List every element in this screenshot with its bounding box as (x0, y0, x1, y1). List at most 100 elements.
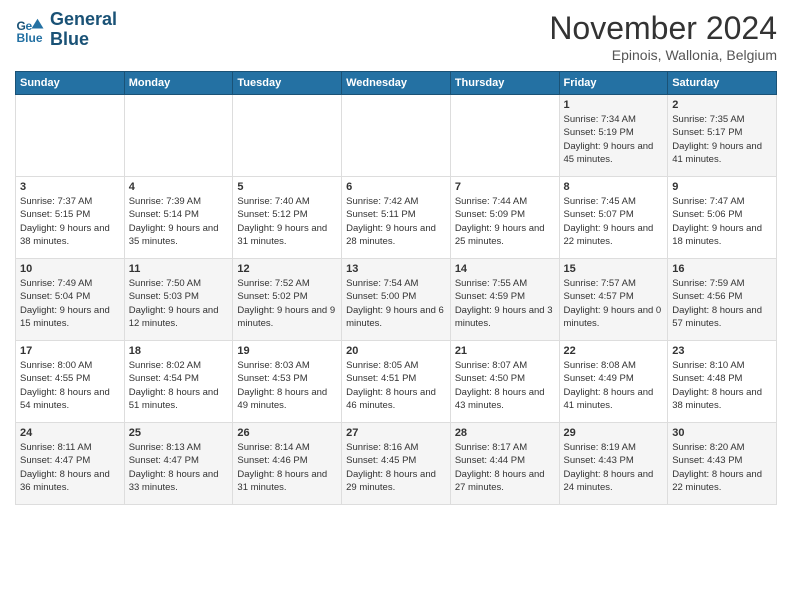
svg-text:Blue: Blue (17, 31, 43, 45)
day-info: Sunrise: 8:03 AM Sunset: 4:53 PM Dayligh… (237, 359, 337, 412)
day-cell (450, 95, 559, 177)
day-number: 19 (237, 345, 337, 357)
day-cell: 3 Sunrise: 7:37 AM Sunset: 5:15 PM Daylig… (16, 177, 125, 259)
day-info: Sunrise: 7:52 AM Sunset: 5:02 PM Dayligh… (237, 277, 337, 330)
week-row-2: 3 Sunrise: 7:37 AM Sunset: 5:15 PM Daylig… (16, 177, 777, 259)
day-cell: 22Sunrise: 8:08 AM Sunset: 4:49 PM Dayli… (559, 341, 668, 423)
day-info: Sunrise: 7:40 AM Sunset: 5:12 PM Dayligh… (237, 195, 337, 248)
day-number: 21 (455, 345, 555, 357)
header: G e Blue General Blue November 2024 Epin… (15, 10, 777, 63)
day-cell: 5Sunrise: 7:40 AM Sunset: 5:12 PM Daylig… (233, 177, 342, 259)
day-number: 20 (346, 345, 446, 357)
month-title: November 2024 (549, 10, 777, 47)
day-cell (342, 95, 451, 177)
day-number: 24 (20, 427, 120, 439)
day-cell: 19 Sunrise: 8:03 AM Sunset: 4:53 PM Dayli… (233, 341, 342, 423)
day-info: Sunrise: 7:55 AM Sunset: 4:59 PM Dayligh… (455, 277, 555, 330)
logo-line2: Blue (50, 30, 117, 50)
day-number: 29 (564, 427, 664, 439)
day-info: Sunrise: 8:20 AM Sunset: 4:43 PM Dayligh… (672, 441, 772, 494)
logo: G e Blue General Blue (15, 10, 117, 50)
day-number: 7 (455, 181, 555, 193)
day-number: 12 (237, 263, 337, 275)
day-info: Sunrise: 8:11 AM Sunset: 4:47 PM Dayligh… (20, 441, 120, 494)
week-row-4: 17 Sunrise: 8:00 AM Sunset: 4:55 PM Dayli… (16, 341, 777, 423)
weekday-header-friday: Friday (559, 72, 668, 95)
day-cell: 25 Sunrise: 8:13 AM Sunset: 4:47 PM Dayli… (124, 423, 233, 505)
day-cell: 11 Sunrise: 7:50 AM Sunset: 5:03 PM Dayli… (124, 259, 233, 341)
day-info: Sunrise: 7:45 AM Sunset: 5:07 PM Dayligh… (564, 195, 664, 248)
day-number: 8 (564, 181, 664, 193)
weekday-header-tuesday: Tuesday (233, 72, 342, 95)
day-info: Sunrise: 8:00 AM Sunset: 4:55 PM Dayligh… (20, 359, 120, 412)
location-subtitle: Epinois, Wallonia, Belgium (549, 47, 777, 63)
day-number: 6 (346, 181, 446, 193)
day-number: 14 (455, 263, 555, 275)
day-cell: 28 Sunrise: 8:17 AM Sunset: 4:44 PM Dayli… (450, 423, 559, 505)
day-number: 23 (672, 345, 772, 357)
day-info: Sunrise: 7:59 AM Sunset: 4:56 PM Dayligh… (672, 277, 772, 330)
day-info: Sunrise: 7:50 AM Sunset: 5:03 PM Dayligh… (129, 277, 229, 330)
weekday-header-wednesday: Wednesday (342, 72, 451, 95)
day-info: Sunrise: 7:49 AM Sunset: 5:04 PM Dayligh… (20, 277, 120, 330)
weekday-header-monday: Monday (124, 72, 233, 95)
day-cell: 26 Sunrise: 8:14 AM Sunset: 4:46 PM Dayli… (233, 423, 342, 505)
day-info: Sunrise: 7:37 AM Sunset: 5:15 PM Dayligh… (20, 195, 120, 248)
day-number: 17 (20, 345, 120, 357)
day-number: 13 (346, 263, 446, 275)
weekday-header-thursday: Thursday (450, 72, 559, 95)
day-info: Sunrise: 8:02 AM Sunset: 4:54 PM Dayligh… (129, 359, 229, 412)
logo-text: General Blue (50, 10, 117, 50)
day-info: Sunrise: 8:13 AM Sunset: 4:47 PM Dayligh… (129, 441, 229, 494)
day-cell: 2Sunrise: 7:35 AM Sunset: 5:17 PM Daylig… (668, 95, 777, 177)
day-number: 28 (455, 427, 555, 439)
day-cell: 16 Sunrise: 7:59 AM Sunset: 4:56 PM Dayli… (668, 259, 777, 341)
day-number: 30 (672, 427, 772, 439)
day-number: 3 (20, 181, 120, 193)
week-row-3: 10 Sunrise: 7:49 AM Sunset: 5:04 PM Dayli… (16, 259, 777, 341)
page-container: G e Blue General Blue November 2024 Epin… (0, 0, 792, 515)
weekday-header-row: SundayMondayTuesdayWednesdayThursdayFrid… (16, 72, 777, 95)
day-info: Sunrise: 8:16 AM Sunset: 4:45 PM Dayligh… (346, 441, 446, 494)
day-cell: 13Sunrise: 7:54 AM Sunset: 5:00 PM Dayli… (342, 259, 451, 341)
day-info: Sunrise: 7:35 AM Sunset: 5:17 PM Dayligh… (672, 113, 772, 166)
day-cell: 30 Sunrise: 8:20 AM Sunset: 4:43 PM Dayli… (668, 423, 777, 505)
day-cell: 8 Sunrise: 7:45 AM Sunset: 5:07 PM Daylig… (559, 177, 668, 259)
day-number: 16 (672, 263, 772, 275)
day-cell: 10 Sunrise: 7:49 AM Sunset: 5:04 PM Dayli… (16, 259, 125, 341)
day-cell: 17 Sunrise: 8:00 AM Sunset: 4:55 PM Dayli… (16, 341, 125, 423)
day-cell: 23 Sunrise: 8:10 AM Sunset: 4:48 PM Dayli… (668, 341, 777, 423)
day-number: 26 (237, 427, 337, 439)
day-info: Sunrise: 8:05 AM Sunset: 4:51 PM Dayligh… (346, 359, 446, 412)
day-number: 10 (20, 263, 120, 275)
day-number: 4 (129, 181, 229, 193)
day-cell: 20 Sunrise: 8:05 AM Sunset: 4:51 PM Dayli… (342, 341, 451, 423)
day-number: 11 (129, 263, 229, 275)
day-cell: 9 Sunrise: 7:47 AM Sunset: 5:06 PM Daylig… (668, 177, 777, 259)
calendar-table: SundayMondayTuesdayWednesdayThursdayFrid… (15, 71, 777, 505)
logo-line1: General (50, 10, 117, 30)
day-cell: 27Sunrise: 8:16 AM Sunset: 4:45 PM Dayli… (342, 423, 451, 505)
day-info: Sunrise: 8:08 AM Sunset: 4:49 PM Dayligh… (564, 359, 664, 412)
day-cell: 1Sunrise: 7:34 AM Sunset: 5:19 PM Daylig… (559, 95, 668, 177)
day-info: Sunrise: 7:42 AM Sunset: 5:11 PM Dayligh… (346, 195, 446, 248)
weekday-header-sunday: Sunday (16, 72, 125, 95)
title-block: November 2024 Epinois, Wallonia, Belgium (549, 10, 777, 63)
day-cell (124, 95, 233, 177)
day-info: Sunrise: 7:34 AM Sunset: 5:19 PM Dayligh… (564, 113, 664, 166)
week-row-1: 1Sunrise: 7:34 AM Sunset: 5:19 PM Daylig… (16, 95, 777, 177)
day-info: Sunrise: 7:47 AM Sunset: 5:06 PM Dayligh… (672, 195, 772, 248)
day-number: 25 (129, 427, 229, 439)
weekday-header-saturday: Saturday (668, 72, 777, 95)
day-info: Sunrise: 8:07 AM Sunset: 4:50 PM Dayligh… (455, 359, 555, 412)
day-cell: 14 Sunrise: 7:55 AM Sunset: 4:59 PM Dayli… (450, 259, 559, 341)
day-info: Sunrise: 8:14 AM Sunset: 4:46 PM Dayligh… (237, 441, 337, 494)
week-row-5: 24 Sunrise: 8:11 AM Sunset: 4:47 PM Dayli… (16, 423, 777, 505)
day-number: 15 (564, 263, 664, 275)
day-info: Sunrise: 8:19 AM Sunset: 4:43 PM Dayligh… (564, 441, 664, 494)
day-cell: 6 Sunrise: 7:42 AM Sunset: 5:11 PM Daylig… (342, 177, 451, 259)
day-info: Sunrise: 8:17 AM Sunset: 4:44 PM Dayligh… (455, 441, 555, 494)
day-cell (233, 95, 342, 177)
day-number: 9 (672, 181, 772, 193)
day-info: Sunrise: 8:10 AM Sunset: 4:48 PM Dayligh… (672, 359, 772, 412)
